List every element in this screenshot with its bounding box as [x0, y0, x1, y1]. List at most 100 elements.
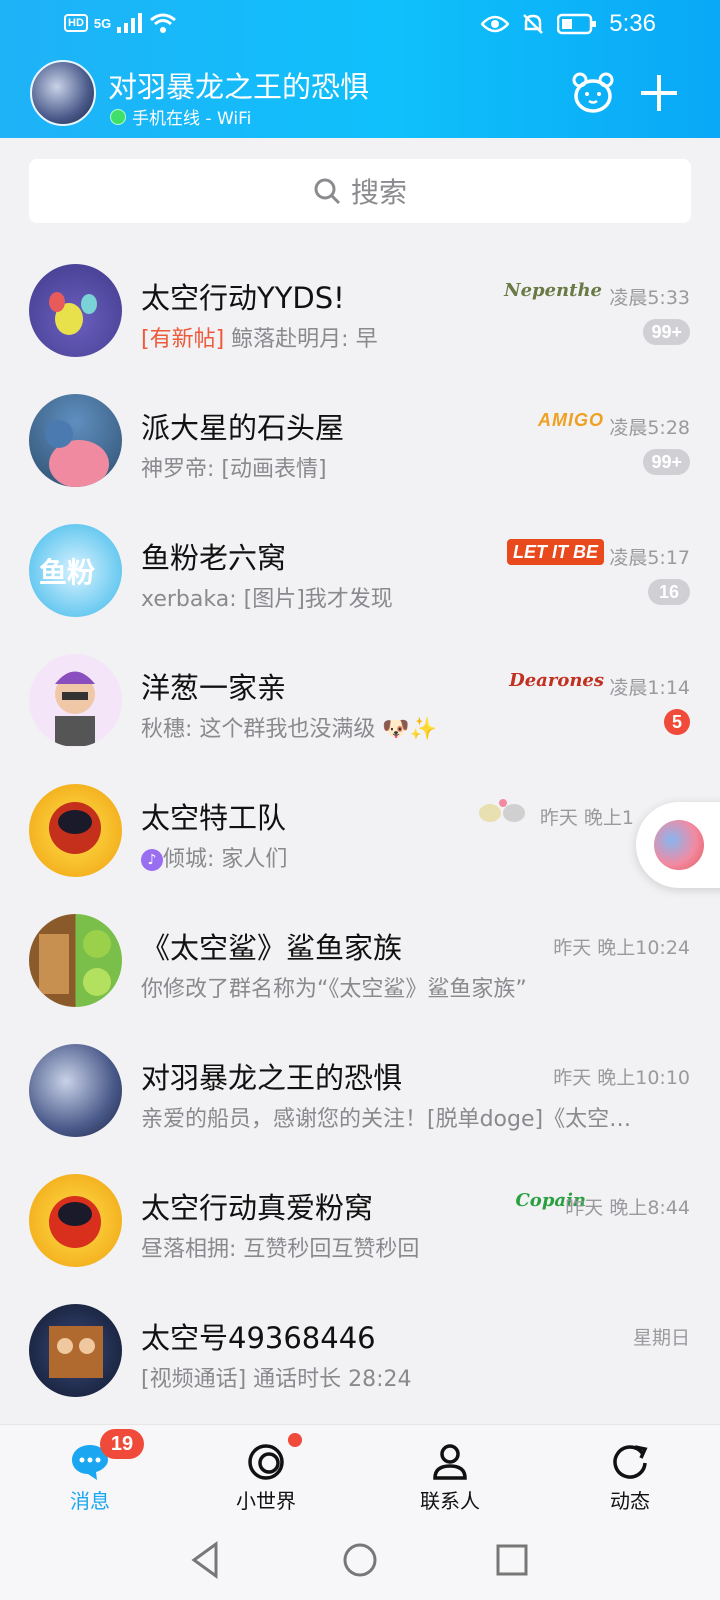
tab-messages[interactable]: 消息 19: [0, 1425, 180, 1521]
back-icon[interactable]: [184, 1538, 228, 1582]
chat-preview: [有新帖] 鲸落赴明月: 早: [141, 321, 689, 353]
chat-tag: AMIGO: [538, 409, 604, 430]
chat-preview: 亲爱的船员，感谢您的关注！[脱单doge]《太空…: [141, 1107, 632, 1132]
eye-icon: [481, 15, 510, 33]
chat-preview: ♪ 倾城: 家人们: [141, 841, 689, 873]
chat-list: 太空行动YYDS! Nepenthe 凌晨5:33 [有新帖] 鲸落赴明月: 早…: [0, 245, 720, 1415]
battery-icon: [557, 13, 597, 35]
account-title[interactable]: 对羽暴龙之王的恐惧: [108, 64, 369, 106]
signal-label: 5G: [93, 15, 112, 31]
app-header: HD 5G 5:36 对羽暴龙之王的恐惧 手机在线 - WiFi: [0, 0, 720, 138]
chat-preview: 昼落相拥: 互赞秒回互赞秒回: [141, 1237, 420, 1262]
chat-preview-text: 鲸落赴明月: 早: [231, 327, 378, 352]
chat-avatar: [29, 1304, 122, 1397]
sticker-icon: [479, 799, 525, 822]
clock: 5:36: [609, 10, 656, 37]
unread-badge: 16: [648, 579, 690, 605]
home-icon[interactable]: [338, 1538, 382, 1582]
pet-icon[interactable]: [570, 70, 616, 116]
chat-name: 对羽暴龙之王的恐惧: [141, 1061, 403, 1095]
chat-time: 昨天 晚上10:24: [553, 937, 690, 959]
chat-avatar: [29, 784, 122, 877]
chat-avatar: [29, 1044, 122, 1137]
chat-row[interactable]: 太空行动真爱粉窝 Copain 昨天 晚上8:44 昼落相拥: 互赞秒回互赞秒回: [0, 1155, 720, 1285]
chat-avatar: [29, 654, 122, 747]
chat-preview: xerbaka: [图片]我才发现: [141, 587, 393, 612]
chat-row[interactable]: 太空特工队 昨天 晚上1 ♪ 倾城: 家人们: [0, 765, 720, 895]
add-icon[interactable]: [636, 70, 682, 116]
chat-tag: Nepenthe: [504, 279, 602, 301]
tab-small-world[interactable]: 小世界: [176, 1425, 356, 1521]
chat-time: 星期日: [632, 1327, 690, 1349]
chat-name: 派大星的石头屋: [141, 411, 345, 445]
chat-row[interactable]: 洋葱一家亲 Dearones 凌晨1:14 秋穗: 这个群我也没满级 🐶✨ 5: [0, 635, 720, 765]
search-placeholder: 搜索: [350, 176, 407, 209]
status-bar: HD 5G 5:36: [0, 0, 720, 50]
chat-tag-sticker: [476, 793, 530, 827]
unread-badge: 5: [664, 709, 690, 735]
chat-time: 凌晨5:33: [609, 287, 690, 309]
chat-row[interactable]: 太空行动YYDS! Nepenthe 凌晨5:33 [有新帖] 鲸落赴明月: 早…: [0, 245, 720, 375]
doge-emoji-icon: 🐶: [382, 717, 410, 742]
online-dot-icon: [110, 108, 126, 125]
chat-preview: 神罗帝: [动画表情]: [141, 457, 327, 482]
chat-time: 昨天 晚上8:44: [565, 1197, 690, 1219]
tab-unread-badge: 19: [100, 1429, 144, 1459]
tab-label: 动态: [610, 1489, 650, 1513]
tab-contacts[interactable]: 联系人: [360, 1425, 540, 1521]
recents-icon[interactable]: [490, 1538, 534, 1582]
chat-avatar: [29, 914, 122, 1007]
tab-label: 消息: [70, 1489, 110, 1513]
chat-row[interactable]: 《太空鲨》鲨鱼家族 昨天 晚上10:24 你修改了群名称为“《太空鲨》鲨鱼家族”: [0, 895, 720, 1025]
contacts-icon: [433, 1444, 467, 1480]
online-status-label: 手机在线 - WiFi: [132, 109, 252, 129]
chat-name: 太空特工队: [141, 801, 287, 835]
new-post-label: [有新帖]: [141, 327, 225, 352]
my-avatar[interactable]: [30, 60, 96, 126]
hd-indicator: HD: [64, 14, 88, 32]
tab-feeds[interactable]: 动态: [540, 1425, 720, 1521]
chat-time: 昨天 晚上1: [539, 807, 634, 829]
chat-preview-text: 秋穗: 这个群我也没满级: [141, 717, 376, 742]
floating-chat-bubble[interactable]: [636, 802, 720, 888]
chat-time: 凌晨5:28: [609, 417, 690, 439]
chat-name: 《太空鲨》鲨鱼家族: [141, 931, 403, 965]
online-status[interactable]: 手机在线 - WiFi: [110, 104, 251, 129]
search-bar[interactable]: 搜索: [29, 159, 691, 223]
bottom-tab-bar: 消息 19 小世界 联系人 动态: [0, 1424, 720, 1521]
wifi-icon: [150, 13, 177, 33]
chat-row[interactable]: 对羽暴龙之王的恐惧 昨天 晚上10:10 亲爱的船员，感谢您的关注！[脱单dog…: [0, 1025, 720, 1155]
anger-emoji-icon: ✨: [409, 717, 438, 742]
floating-avatar: [654, 820, 704, 870]
chat-preview: 你修改了群名称为“《太空鲨》鲨鱼家族”: [141, 977, 527, 1002]
tab-label: 小世界: [236, 1489, 296, 1513]
chat-time: 昨天 晚上10:10: [553, 1067, 690, 1089]
chat-name: 洋葱一家亲: [141, 671, 287, 705]
chat-avatar: 鱼粉: [29, 524, 122, 617]
music-note-icon: ♪: [141, 849, 163, 871]
chat-time: 凌晨5:17: [609, 547, 690, 569]
chat-row[interactable]: 鱼粉 鱼粉老六窝 LET IT BE 凌晨5:17 xerbaka: [图片]我…: [0, 505, 720, 635]
chat-tag: LET IT BE: [507, 539, 604, 565]
chat-preview: 秋穗: 这个群我也没满级 🐶✨: [141, 711, 689, 743]
chat-row[interactable]: 派大星的石头屋 AMIGO 凌晨5:28 神罗帝: [动画表情] 99+: [0, 375, 720, 505]
unread-badge: 99+: [643, 319, 690, 345]
svg-text:鱼粉: 鱼粉: [39, 556, 95, 589]
chat-avatar: [29, 264, 122, 357]
chat-preview: [视频通话] 通话时长 28:24: [141, 1367, 412, 1392]
mute-icon: [523, 14, 544, 34]
tab-label: 联系人: [420, 1489, 480, 1513]
chat-row[interactable]: 太空号49368446 星期日 [视频通话] 通话时长 28:24: [0, 1285, 720, 1415]
chat-time: 凌晨1:14: [609, 677, 690, 699]
chat-preview-text: 倾城: 家人们: [163, 847, 288, 872]
feeds-icon: [613, 1445, 648, 1479]
chat-avatar: [29, 394, 122, 487]
signal-icon: [117, 13, 143, 33]
chat-name: 太空号49368446: [141, 1321, 376, 1355]
chat-avatar: [29, 1174, 122, 1267]
chat-name: 鱼粉老六窝: [141, 541, 287, 575]
chat-name: 太空行动YYDS!: [141, 281, 345, 315]
search-icon: [314, 178, 341, 205]
small-world-icon: [248, 1444, 284, 1480]
system-nav-bar: [0, 1520, 720, 1600]
